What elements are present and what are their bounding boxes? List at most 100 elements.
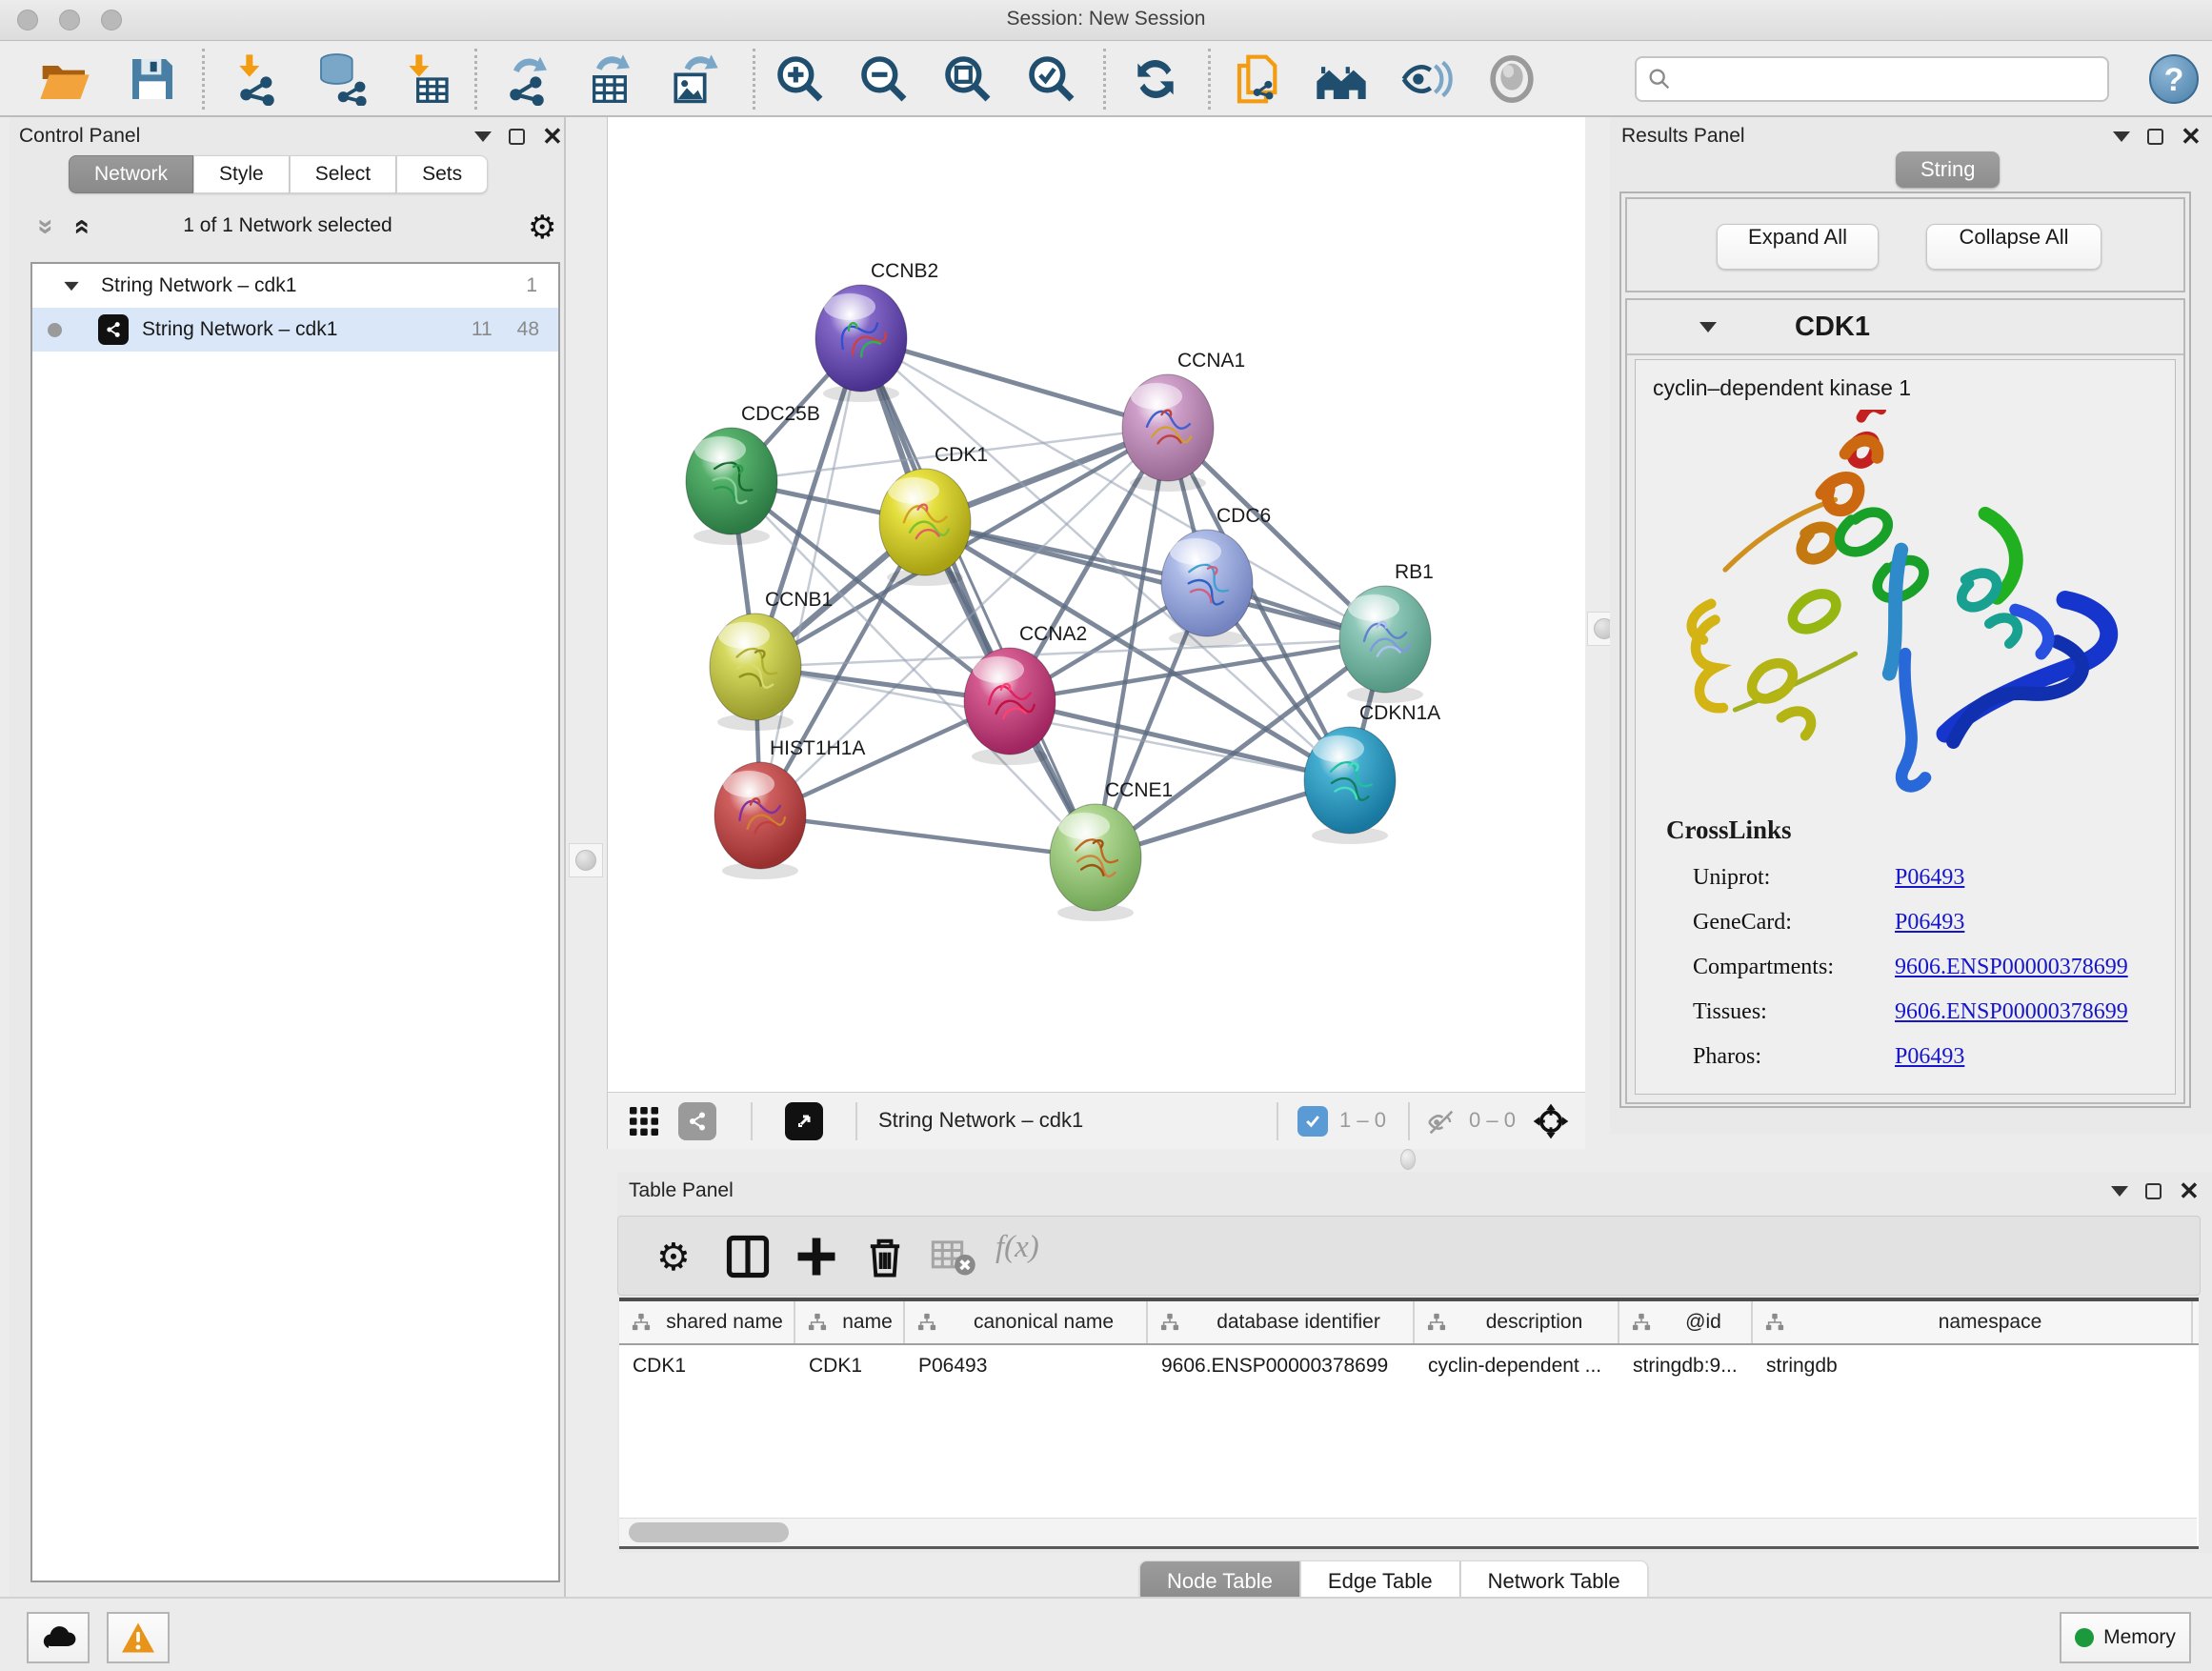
- bottom-splitter-grip[interactable]: [1400, 1149, 1416, 1170]
- table-cell[interactable]: CDK1: [619, 1345, 795, 1387]
- navbar-divider: [1408, 1102, 1410, 1140]
- collapse-panel-icon[interactable]: [2113, 131, 2130, 142]
- network-node-RB1[interactable]: RB1: [1339, 561, 1434, 703]
- delete-column-icon[interactable]: [860, 1232, 910, 1281]
- export-image-icon[interactable]: [667, 52, 720, 106]
- scrollbar-thumb[interactable]: [629, 1522, 789, 1542]
- zoom-out-icon[interactable]: [857, 52, 911, 106]
- column-header-@id[interactable]: @id: [1619, 1301, 1753, 1343]
- zoom-selected-icon[interactable]: [1025, 52, 1078, 106]
- table-cell[interactable]: stringdb:9...: [1619, 1345, 1753, 1387]
- export-network-icon[interactable]: [500, 52, 553, 106]
- collapse-panel-icon[interactable]: [474, 131, 492, 142]
- float-panel-icon[interactable]: [2145, 1183, 2162, 1199]
- gene-collapse-icon[interactable]: [1699, 322, 1717, 332]
- network-node-CCNB1[interactable]: CCNB1: [710, 589, 833, 731]
- column-header-namespace[interactable]: namespace: [1753, 1301, 2193, 1343]
- close-panel-icon[interactable]: ✕: [542, 129, 563, 145]
- delete-table-icon[interactable]: [929, 1232, 978, 1281]
- network-collection-row[interactable]: String Network – cdk1 1: [32, 264, 558, 308]
- network-node-CDK1[interactable]: CDK1: [879, 444, 988, 586]
- import-network-database-icon[interactable]: [314, 52, 368, 106]
- crosslink-link[interactable]: P06493: [1895, 1044, 1964, 1070]
- table-cell[interactable]: cyclin-dependent ...: [1415, 1345, 1619, 1387]
- cloud-button[interactable]: [27, 1612, 90, 1663]
- close-panel-icon[interactable]: ✕: [2179, 1183, 2200, 1199]
- table-cell[interactable]: stringdb: [1753, 1345, 2193, 1387]
- network-options-gear-icon[interactable]: ⚙: [528, 209, 556, 247]
- warning-button[interactable]: [107, 1612, 170, 1663]
- home-networks-icon[interactable]: [1315, 52, 1368, 106]
- zoom-fit-icon[interactable]: [941, 52, 995, 106]
- import-table-file-icon[interactable]: [400, 52, 453, 106]
- open-session-icon[interactable]: [38, 52, 91, 106]
- search-field[interactable]: [1635, 56, 2109, 102]
- function-builder-icon[interactable]: f(x): [995, 1230, 1039, 1265]
- show-all-eye-icon[interactable]: [1485, 52, 1538, 106]
- crosslink-link[interactable]: 9606.ENSP00000378699: [1895, 955, 2128, 980]
- export-table-icon[interactable]: [583, 52, 636, 106]
- network-view-toolbar: String Network – cdk1 1 – 0 0 – 0: [607, 1092, 1585, 1149]
- zoom-in-icon[interactable]: [774, 52, 827, 106]
- tab-select[interactable]: Select: [290, 155, 396, 193]
- memory-button[interactable]: Memory: [2060, 1612, 2191, 1663]
- collapse-all-button[interactable]: Collapse All: [1926, 224, 2101, 270]
- table-cell[interactable]: 9606.ENSP00000378699: [1148, 1345, 1415, 1387]
- node-table: shared namenamecanonical namedatabase id…: [619, 1298, 2199, 1549]
- crosslink-link[interactable]: 9606.ENSP00000378699: [1895, 999, 2128, 1025]
- collapse-panel-icon[interactable]: [2111, 1186, 2128, 1197]
- hide-selected-eye-icon[interactable]: [1399, 52, 1453, 106]
- expand-all-button[interactable]: Expand All: [1717, 224, 1879, 270]
- refresh-icon[interactable]: [1129, 52, 1182, 106]
- grid-view-icon[interactable]: [627, 1104, 661, 1138]
- table-header-row: shared namenamecanonical namedatabase id…: [619, 1301, 2199, 1345]
- table-row[interactable]: CDK1CDK1P064939606.ENSP00000378699cyclin…: [619, 1345, 2199, 1387]
- add-column-icon[interactable]: [792, 1232, 841, 1281]
- network-node-HIST1H1A[interactable]: HIST1H1A: [714, 737, 865, 879]
- column-header-database-identifier[interactable]: database identifier: [1148, 1301, 1415, 1343]
- crosslink-link[interactable]: P06493: [1895, 865, 1964, 891]
- network-node-CCNB2[interactable]: CCNB2: [815, 260, 938, 402]
- tab-string[interactable]: String: [1896, 151, 2000, 188]
- network-edge-CDK1-RB1[interactable]: [925, 522, 1385, 639]
- close-panel-icon[interactable]: ✕: [2181, 129, 2202, 145]
- network-row[interactable]: String Network – cdk1 11 48: [32, 308, 558, 352]
- network-edge-HIST1H1A-CCNE1[interactable]: [760, 815, 1096, 857]
- network-node-CCNA1[interactable]: CCNA1: [1122, 350, 1245, 492]
- table-cell[interactable]: CDK1: [795, 1345, 905, 1387]
- float-panel-icon[interactable]: [509, 129, 525, 145]
- network-canvas[interactable]: CCNB2CCNA1CDC25BCDK1CDC6RB1CCNB1CCNA2CDK…: [607, 117, 1585, 1092]
- save-session-icon[interactable]: [126, 52, 179, 106]
- fit-crosshair-icon[interactable]: [1530, 1100, 1572, 1142]
- network-edge-CCNB2-CCNE1[interactable]: [861, 338, 1096, 857]
- columns-icon[interactable]: [723, 1232, 773, 1281]
- column-header-shared-name[interactable]: shared name: [619, 1301, 795, 1343]
- crosslink-link[interactable]: P06493: [1895, 910, 1964, 936]
- network-node-CDKN1A[interactable]: CDKN1A: [1304, 702, 1440, 844]
- gear-icon[interactable]: ⚙: [656, 1236, 691, 1279]
- hidden-eye-icon[interactable]: [1425, 1106, 1458, 1138]
- table-hscrollbar[interactable]: [619, 1518, 2197, 1546]
- help-button[interactable]: ?: [2149, 54, 2199, 104]
- node-label-CDKN1A: CDKN1A: [1359, 702, 1440, 724]
- search-input[interactable]: [1673, 68, 2107, 91]
- tab-network[interactable]: Network: [69, 155, 193, 193]
- crosslink-label: Tissues:: [1693, 999, 1895, 1025]
- tab-style[interactable]: Style: [193, 155, 290, 193]
- clone-network-icon[interactable]: [1233, 52, 1286, 106]
- selected-checkbox-icon[interactable]: [1297, 1106, 1328, 1137]
- table-cell[interactable]: P06493: [905, 1345, 1148, 1387]
- left-splitter-grip[interactable]: [569, 843, 603, 877]
- network-edge-CCNB2-CCNA1[interactable]: [861, 338, 1168, 428]
- column-header-canonical-name[interactable]: canonical name: [905, 1301, 1148, 1343]
- float-panel-icon[interactable]: [2147, 129, 2163, 145]
- tab-sets[interactable]: Sets: [396, 155, 488, 193]
- column-header-description[interactable]: description: [1415, 1301, 1619, 1343]
- birdseye-icon[interactable]: [785, 1102, 823, 1140]
- import-network-file-icon[interactable]: [231, 52, 284, 106]
- gene-details: cyclin–dependent kinase 1: [1635, 359, 2176, 1095]
- collection-expand-icon[interactable]: [64, 281, 78, 290]
- share-view-icon[interactable]: [678, 1102, 716, 1140]
- column-header-name[interactable]: name: [795, 1301, 905, 1343]
- node-label-RB1: RB1: [1395, 561, 1434, 583]
